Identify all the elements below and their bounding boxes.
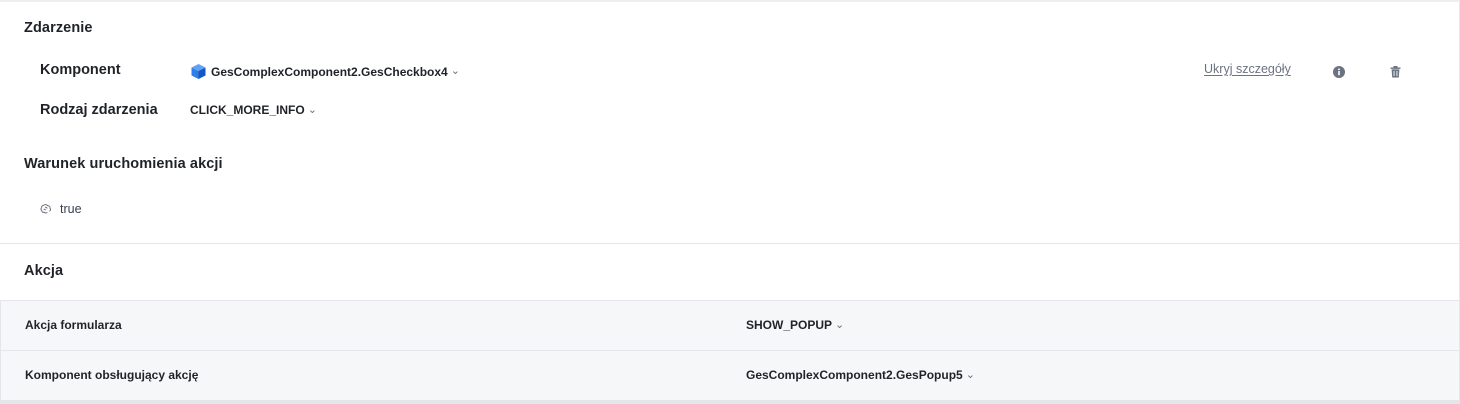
chevron-down-icon: ⌄: [835, 319, 845, 331]
event-type-value: CLICK_MORE_INFO: [190, 103, 305, 117]
action-table: Akcja formularza SHOW_POPUP ⌄ Komponent o…: [0, 300, 1459, 401]
form-action-label: Akcja formularza: [25, 318, 122, 332]
handler-component-value: GesComplexComponent2.GesPopup5: [746, 368, 963, 382]
condition-expression[interactable]: true: [40, 202, 82, 216]
condition-section-title: Warunek uruchomienia akcji: [24, 156, 223, 172]
section-divider: [0, 243, 1459, 244]
brain-icon: [40, 203, 52, 215]
event-type-select[interactable]: CLICK_MORE_INFO ⌄: [190, 103, 317, 117]
event-type-label: Rodzaj zdarzenia: [40, 102, 158, 118]
cube-icon: [190, 63, 207, 80]
chevron-down-icon: ⌄: [307, 103, 317, 116]
event-section-title: Zdarzenie: [24, 20, 93, 36]
event-action-panel: Zdarzenie Komponent GesComplexComponent2…: [0, 0, 1460, 404]
table-row: Komponent obsługujący akcję GesComplexCo…: [0, 351, 1459, 401]
table-row: Akcja formularza SHOW_POPUP ⌄: [0, 301, 1459, 351]
chevron-down-icon: ⌄: [450, 65, 460, 77]
action-section-title: Akcja: [24, 263, 64, 279]
condition-value: true: [60, 202, 82, 216]
component-label: Komponent: [40, 62, 121, 78]
chevron-down-icon: ⌄: [965, 369, 975, 381]
hide-details-link[interactable]: Ukryj szczegóły: [1204, 62, 1291, 76]
info-icon[interactable]: [1331, 64, 1347, 80]
handler-component-label: Komponent obsługujący akcję: [25, 368, 199, 382]
component-value: GesComplexComponent2.GesCheckbox4: [211, 64, 448, 79]
trash-icon[interactable]: [1387, 64, 1403, 80]
component-select[interactable]: GesComplexComponent2.GesCheckbox4 ⌄: [190, 63, 460, 80]
form-action-value: SHOW_POPUP: [746, 318, 833, 332]
form-action-select[interactable]: SHOW_POPUP ⌄: [746, 318, 844, 332]
handler-component-select[interactable]: GesComplexComponent2.GesPopup5 ⌄: [746, 368, 975, 382]
